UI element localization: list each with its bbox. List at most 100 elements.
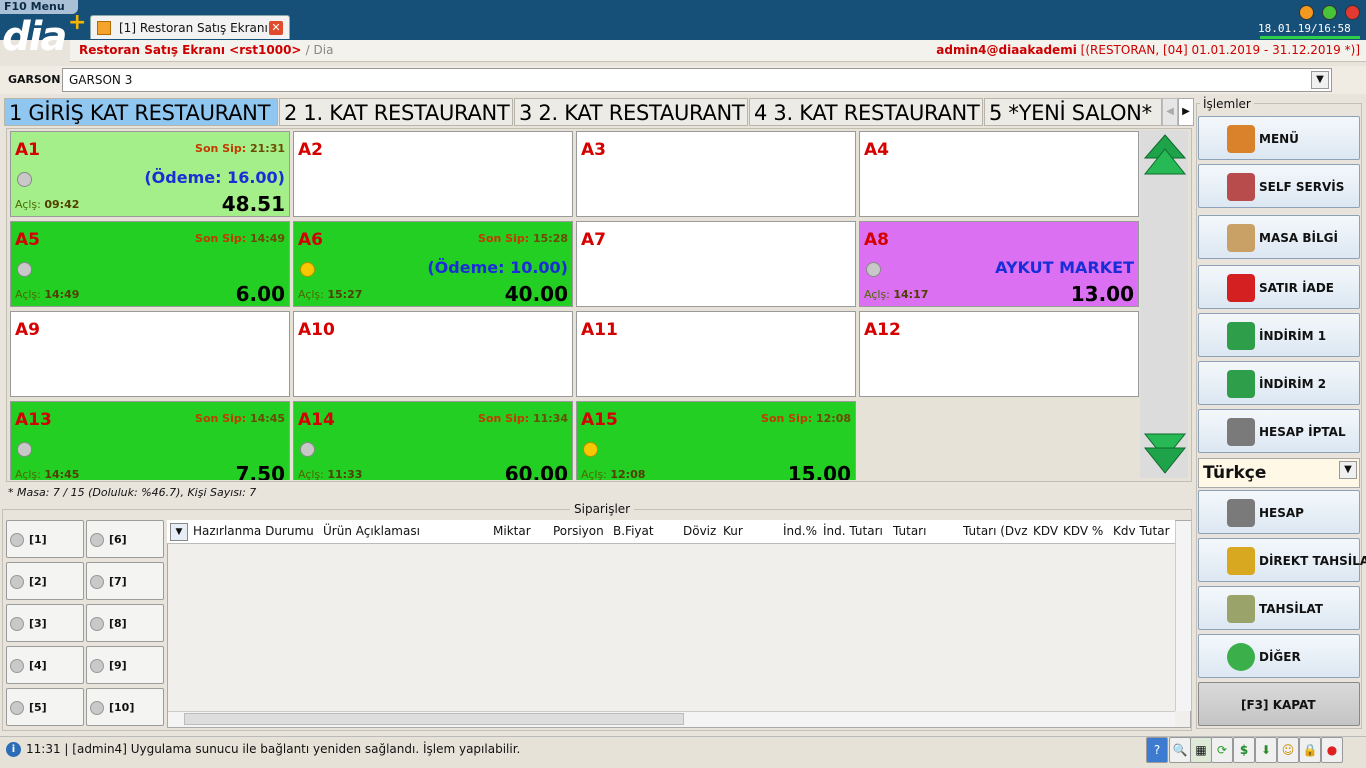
table-name: A2 [298,140,323,160]
table-name: A13 [15,410,52,430]
order-button-label: [8] [109,617,127,630]
order-button-label: [10] [109,701,135,714]
action-button-7[interactable]: HESAP İPTAL [1198,409,1360,453]
order-button-3[interactable]: [3] [6,604,84,642]
action-button-1[interactable]: MENÜ [1198,116,1360,160]
column-header[interactable]: Porsiyon [553,524,604,538]
table-name: A5 [15,230,40,250]
column-header[interactable]: Tutarı (Dvz [963,524,1028,538]
column-header[interactable]: Ürün Açıklaması [323,524,420,538]
action-button-bottom-1[interactable]: HESAP [1198,490,1360,534]
status-dot-icon [17,172,32,187]
arrow-right-icon [1227,643,1255,671]
status-dot-icon [90,575,104,589]
order-button-6[interactable]: [6] [86,520,164,558]
order-button-label: [3] [29,617,47,630]
order-button-10[interactable]: [10] [86,688,164,726]
order-button-2[interactable]: [2] [6,562,84,600]
action-button-6[interactable]: İNDİRİM 2 [1198,361,1360,405]
smiley-icon[interactable]: ☺ [1277,737,1299,763]
table-a14[interactable]: A14 Son Sip: 11:34 Açlş: 11:33 60.00 [293,401,573,480]
table-a8[interactable]: A8 AYKUT MARKET Açlş: 14:17 13.00 [859,221,1139,307]
chevron-down-icon[interactable]: ▼ [1339,461,1357,479]
order-button-8[interactable]: [8] [86,604,164,642]
refresh-icon[interactable]: ⟳ [1211,737,1233,763]
table-a15[interactable]: A15 Son Sip: 12:08 Açlş: 12:08 15.00 [576,401,856,480]
table-a5[interactable]: A5 Son Sip: 14:49 Açlş: 14:49 6.00 [10,221,290,307]
order-button-7[interactable]: [7] [86,562,164,600]
table-name: A9 [15,320,40,340]
action-button-bottom-3[interactable]: TAHSİLAT [1198,586,1360,630]
last-order: Son Sip: 14:49 [195,232,285,245]
lock-icon[interactable]: 🔒 [1299,737,1321,763]
scroll-down-arrow-icon[interactable] [1142,430,1188,479]
column-header[interactable]: Hazırlanma Durumu [193,524,314,538]
column-header[interactable]: B.Fiyat [613,524,654,538]
action-button-bottom-4[interactable]: DİĞER [1198,634,1360,678]
action-label: DİREKT TAHSİLAT [1259,554,1366,568]
table-a2[interactable]: A2 [293,131,573,217]
column-header[interactable]: Miktar [493,524,531,538]
status-dot-icon [10,533,24,547]
order-button-label: [6] [109,533,127,546]
order-button-1[interactable]: [1] [6,520,84,558]
column-header[interactable]: Kdv Tutar [1113,524,1170,538]
table-a4[interactable]: A4 [859,131,1139,217]
table-a1[interactable]: A1 Son Sip: 21:31 (Ödeme: 16.00) Açlş: 09:4… [10,131,290,217]
status-dot-icon [583,442,598,457]
download-icon[interactable]: ⬇ [1255,737,1277,763]
action-button-bottom-5[interactable]: [F3] KAPAT [1198,682,1360,726]
search-icon[interactable]: 🔍 [1169,737,1191,763]
status-dot-icon [300,442,315,457]
order-button-label: [7] [109,575,127,588]
table-a6[interactable]: A6 Son Sip: 15:28 (Ödeme: 10.00) Açlş: 15:2… [293,221,573,307]
table-a7[interactable]: A7 [576,221,856,307]
calculator-icon[interactable]: ▦ [1190,737,1212,763]
action-button-5[interactable]: İNDİRİM 1 [1198,313,1360,357]
table-a12[interactable]: A12 [859,311,1139,397]
table-a3[interactable]: A3 [576,131,856,217]
action-button-2[interactable]: SELF SERVİS [1198,164,1360,208]
action-button-bottom-2[interactable]: DİREKT TAHSİLAT [1198,538,1366,582]
action-button-4[interactable]: SATIR İADE [1198,265,1360,309]
column-header[interactable]: KDV [1033,524,1058,538]
opening-time: Açlş: 12:08 [581,468,646,480]
column-header[interactable]: KDV % [1063,524,1103,538]
last-order: Son Sip: 12:08 [761,412,851,425]
status-dot-icon [300,262,315,277]
order-button-9[interactable]: [9] [86,646,164,684]
table-a10[interactable]: A10 [293,311,573,397]
table-total: 48.51 [221,192,285,216]
order-button-5[interactable]: [5] [6,688,84,726]
orders-vertical-scrollbar[interactable] [1175,521,1191,711]
table-name: A8 [864,230,889,250]
action-label: SATIR İADE [1259,281,1334,295]
language-select[interactable]: Türkçe ▼ [1198,458,1360,488]
help-icon[interactable]: ? [1146,737,1168,763]
currency-icon[interactable]: $ [1233,737,1255,763]
orders-label: Siparişler [570,502,635,516]
column-header[interactable]: Tutarı [893,524,926,538]
table-a11[interactable]: A11 [576,311,856,397]
table-name: A11 [581,320,618,340]
action-label: İNDİRİM 2 [1259,377,1327,391]
column-header[interactable]: İnd. Tutarı [823,524,883,538]
action-label: MENÜ [1259,132,1299,146]
action-label: SELF SERVİS [1259,180,1345,194]
opening-time: Açlş: 11:33 [298,468,363,480]
table-a9[interactable]: A9 [10,311,290,397]
status-dot-icon [10,575,24,589]
status-dot-icon [90,533,104,547]
table-name: A4 [864,140,889,160]
order-button-4[interactable]: [4] [6,646,84,684]
action-button-3[interactable]: MASA BİLGİ [1198,215,1360,259]
column-header[interactable]: Kur [723,524,743,538]
column-header[interactable]: İnd.% [783,524,817,538]
table-a13[interactable]: A13 Son Sip: 14:45 Açlş: 14:45 7.50 [10,401,290,480]
exit-icon[interactable]: ● [1321,737,1343,763]
scroll-thumb[interactable] [184,713,684,725]
payment-info: (Ödeme: 10.00) [427,258,568,277]
column-header[interactable]: Döviz [683,524,716,538]
scroll-up-arrow-icon[interactable] [1142,132,1188,181]
column-filter-icon[interactable]: ▼ [170,523,188,541]
